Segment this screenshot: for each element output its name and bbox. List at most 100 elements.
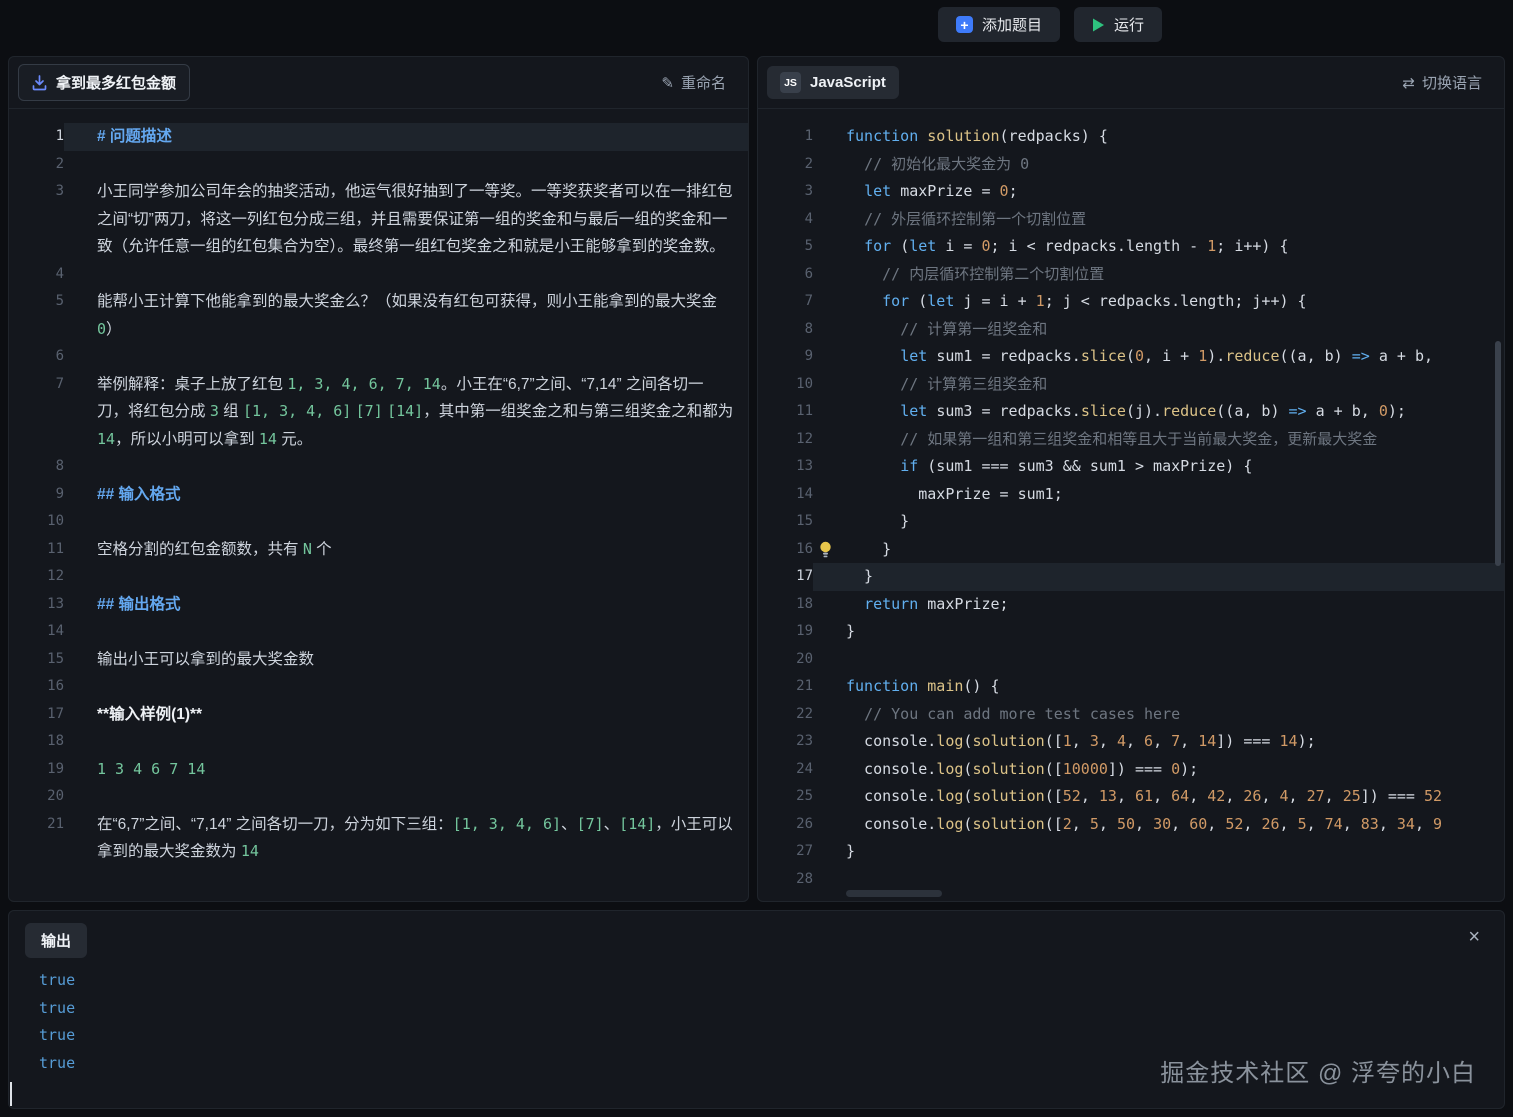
line-content: let maxPrize = 0; <box>813 178 1504 206</box>
line-number: 27 <box>758 838 813 866</box>
editor-line[interactable]: 21function main() { <box>758 673 1504 701</box>
editor-line[interactable]: 1# 问题描述 <box>9 123 748 151</box>
editor-line[interactable]: 16 } <box>758 536 1504 564</box>
close-icon[interactable]: × <box>1468 927 1480 947</box>
watermark: 掘金技术社区 @ 浮夸的小白 <box>1160 1053 1476 1088</box>
output-line: true <box>39 1022 1488 1050</box>
editor-line[interactable]: 1function solution(redpacks) { <box>758 123 1504 151</box>
download-icon <box>32 75 47 91</box>
line-content: return maxPrize; <box>813 591 1504 619</box>
editor-line[interactable]: 9 let sum1 = redpacks.slice(0, i + 1).re… <box>758 343 1504 371</box>
editor-line[interactable]: 13 if (sum1 === sum3 && sum1 > maxPrize)… <box>758 453 1504 481</box>
editor-line[interactable]: 14 <box>9 618 748 646</box>
editor-line[interactable]: 14 maxPrize = sum1; <box>758 481 1504 509</box>
line-content: // 内层循环控制第二个切割位置 <box>813 261 1504 289</box>
line-content: console.log(solution([1, 3, 4, 6, 7, 14]… <box>813 728 1504 756</box>
line-content: console.log(solution([52, 13, 61, 64, 42… <box>813 783 1504 811</box>
editor-line[interactable]: 21在“6,7”之间、“7,14” 之间各切一刀，分为如下三组：[1, 3, 4… <box>9 811 748 866</box>
editor-line[interactable]: 15 } <box>758 508 1504 536</box>
editor-line[interactable]: 12 <box>9 563 748 591</box>
line-number: 18 <box>9 728 64 756</box>
line-number: 13 <box>9 591 64 619</box>
line-content: } <box>813 618 1504 646</box>
editor-line[interactable]: 3小王同学参加公司年会的抽奖活动，他运气很好抽到了一等奖。一等奖获奖者可以在一排… <box>9 178 748 261</box>
problem-title-badge[interactable]: 拿到最多红包金额 <box>18 64 190 101</box>
editor-line[interactable]: 27} <box>758 838 1504 866</box>
editor-line[interactable]: 5 for (let i = 0; i < redpacks.length - … <box>758 233 1504 261</box>
line-content: 空格分割的红包金额数，共有 N 个 <box>64 536 748 564</box>
play-icon <box>1092 18 1105 32</box>
editor-line[interactable]: 10 <box>9 508 748 536</box>
line-number: 23 <box>758 728 813 756</box>
editor-line[interactable]: 7举例解释：桌子上放了红包 1, 3, 4, 6, 7, 14。小王在“6,7”… <box>9 371 748 454</box>
line-content: for (let i = 0; i < redpacks.length - 1;… <box>813 233 1504 261</box>
editor-line[interactable]: 6 <box>9 343 748 371</box>
editor-line[interactable]: 15输出小王可以拿到的最大奖金数 <box>9 646 748 674</box>
line-content: console.log(solution([10000]) === 0); <box>813 756 1504 784</box>
main-area: 拿到最多红包金额 ✎ 重命名 1# 问题描述23小王同学参加公司年会的抽奖活动，… <box>8 56 1505 902</box>
line-number: 8 <box>9 453 64 481</box>
editor-line[interactable]: 12 // 如果第一组和第三组奖金和相等且大于当前最大奖金，更新最大奖金 <box>758 426 1504 454</box>
output-tab[interactable]: 输出 <box>25 923 87 958</box>
line-number: 12 <box>758 426 813 454</box>
line-number: 21 <box>758 673 813 701</box>
editor-line[interactable]: 11空格分割的红包金额数，共有 N 个 <box>9 536 748 564</box>
editor-line[interactable]: 4 <box>9 261 748 289</box>
editor-line[interactable]: 23 console.log(solution([1, 3, 4, 6, 7, … <box>758 728 1504 756</box>
rename-label: 重命名 <box>681 72 726 93</box>
editor-line[interactable]: 2 // 初始化最大奖金为 0 <box>758 151 1504 179</box>
editor-line[interactable]: 11 let sum3 = redpacks.slice(j).reduce((… <box>758 398 1504 426</box>
editor-line[interactable]: 9## 输入格式 <box>9 481 748 509</box>
line-number: 5 <box>9 288 64 343</box>
editor-line[interactable]: 10 // 计算第三组奖金和 <box>758 371 1504 399</box>
line-content: } <box>813 838 1504 866</box>
line-number: 5 <box>758 233 813 261</box>
editor-line[interactable]: 17**输入样例(1)** <box>9 701 748 729</box>
editor-line[interactable]: 13## 输出格式 <box>9 591 748 619</box>
editor-line[interactable]: 25 console.log(solution([52, 13, 61, 64,… <box>758 783 1504 811</box>
editor-line[interactable]: 2 <box>9 151 748 179</box>
editor-line[interactable]: 19} <box>758 618 1504 646</box>
output-line: true <box>39 995 1488 1023</box>
editor-line[interactable]: 16 <box>9 673 748 701</box>
line-content: // You can add more test cases here <box>813 701 1504 729</box>
editor-line[interactable]: 17 } <box>758 563 1504 591</box>
horizontal-scrollbar[interactable] <box>846 890 942 897</box>
editor-line[interactable]: 28 <box>758 866 1504 894</box>
line-number: 9 <box>9 481 64 509</box>
editor-line[interactable]: 24 console.log(solution([10000]) === 0); <box>758 756 1504 784</box>
code-panel: JS JavaScript ⇄ 切换语言 1function solution(… <box>757 56 1505 902</box>
line-content <box>64 673 748 701</box>
editor-line[interactable]: 5能帮小王计算下他能拿到的最大奖金么？（如果没有红包可获得，则小王能拿到的最大奖… <box>9 288 748 343</box>
line-number: 20 <box>9 783 64 811</box>
editor-line[interactable]: 18 return maxPrize; <box>758 591 1504 619</box>
editor-line[interactable]: 8 <box>9 453 748 481</box>
line-content <box>64 453 748 481</box>
switch-language-label: 切换语言 <box>1422 72 1482 93</box>
editor-line[interactable]: 26 console.log(solution([2, 5, 50, 30, 6… <box>758 811 1504 839</box>
line-number: 9 <box>758 343 813 371</box>
editor-line[interactable]: 6 // 内层循环控制第二个切割位置 <box>758 261 1504 289</box>
code-editor[interactable]: 1function solution(redpacks) {2 // 初始化最大… <box>758 109 1504 901</box>
line-content: } <box>813 536 1504 564</box>
run-button[interactable]: 运行 <box>1074 7 1162 42</box>
editor-line[interactable]: 3 let maxPrize = 0; <box>758 178 1504 206</box>
switch-language-button[interactable]: ⇄ 切换语言 <box>1402 72 1482 93</box>
rename-button[interactable]: ✎ 重命名 <box>661 72 726 93</box>
vertical-scrollbar[interactable] <box>1495 341 1501 566</box>
problem-editor[interactable]: 1# 问题描述23小王同学参加公司年会的抽奖活动，他运气很好抽到了一等奖。一等奖… <box>9 109 748 901</box>
editor-line[interactable]: 4 // 外层循环控制第一个切割位置 <box>758 206 1504 234</box>
editor-line[interactable]: 8 // 计算第一组奖金和 <box>758 316 1504 344</box>
add-question-button[interactable]: + 添加题目 <box>938 7 1060 42</box>
editor-line[interactable]: 20 <box>9 783 748 811</box>
line-content <box>64 508 748 536</box>
line-content: 小王同学参加公司年会的抽奖活动，他运气很好抽到了一等奖。一等奖获奖者可以在一排红… <box>64 178 748 261</box>
line-number: 3 <box>758 178 813 206</box>
problem-title: 拿到最多红包金额 <box>56 72 176 93</box>
editor-line[interactable]: 7 for (let j = i + 1; j < redpacks.lengt… <box>758 288 1504 316</box>
editor-line[interactable]: 22 // You can add more test cases here <box>758 701 1504 729</box>
editor-line[interactable]: 191 3 4 6 7 14 <box>9 756 748 784</box>
language-pill[interactable]: JS JavaScript <box>767 66 899 99</box>
editor-line[interactable]: 20 <box>758 646 1504 674</box>
editor-line[interactable]: 18 <box>9 728 748 756</box>
